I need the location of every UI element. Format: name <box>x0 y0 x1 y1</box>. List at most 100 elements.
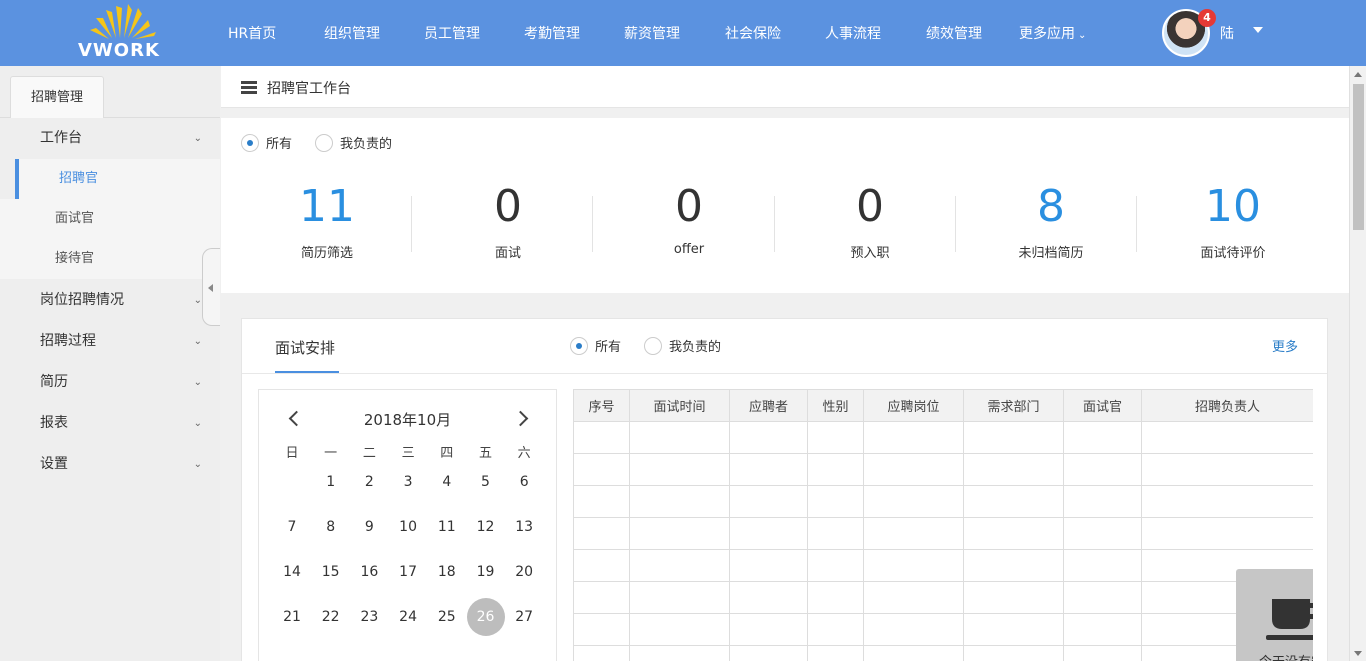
table-cell <box>573 485 630 518</box>
nav-org[interactable]: 组织管理 <box>324 23 380 43</box>
table-cell <box>1063 613 1142 646</box>
stat-offer[interactable]: 0 offer <box>629 180 749 257</box>
table-cell <box>863 453 964 486</box>
chevron-down-icon: ⌄ <box>193 418 202 429</box>
calendar-day[interactable]: 25 <box>428 598 466 636</box>
chevron-right-icon[interactable] <box>515 411 529 425</box>
calendar-day[interactable]: 13 <box>505 508 543 546</box>
calendar-day[interactable]: 14 <box>273 553 311 591</box>
calendar-weekday: 一 <box>324 446 338 461</box>
calendar-day-today[interactable]: 26 <box>466 598 505 636</box>
sidebar-collapse-handle[interactable] <box>202 248 220 326</box>
nav-hr-home[interactable]: HR首页 <box>228 23 276 43</box>
sidebar-group-settings[interactable]: 设置 ⌄ <box>0 444 220 485</box>
table-cell <box>729 517 808 550</box>
user-menu-caret-icon[interactable] <box>1253 27 1263 33</box>
sidebar-group-position-status[interactable]: 岗位招聘情况 ⌄ <box>0 280 220 321</box>
nav-performance[interactable]: 绩效管理 <box>926 23 982 43</box>
schedule-radio-mine[interactable]: 我负责的 <box>644 336 721 355</box>
stat-resume-screening[interactable]: 11 简历筛选 <box>267 180 387 261</box>
calendar-day[interactable]: 21 <box>273 598 311 636</box>
stat-pending-evaluation[interactable]: 10 面试待评价 <box>1173 180 1293 261</box>
calendar-day[interactable]: 7 <box>273 508 311 546</box>
sidebar-tab-recruitment[interactable]: 招聘管理 <box>10 76 104 118</box>
calendar-day[interactable]: 18 <box>428 553 466 591</box>
scroll-down-arrow-icon[interactable] <box>1354 651 1362 656</box>
nav-more-apps[interactable]: 更多应用 ⌄ <box>1019 23 1086 43</box>
user-name[interactable]: 陆 <box>1220 23 1234 43</box>
calendar-day[interactable]: 4 <box>428 463 466 501</box>
scroll-up-arrow-icon[interactable] <box>1354 72 1362 77</box>
calendar-day[interactable]: 5 <box>467 463 505 501</box>
nav-employee[interactable]: 员工管理 <box>424 23 480 43</box>
chevron-down-icon: ⌄ <box>193 295 202 306</box>
nav-social-insurance[interactable]: 社会保险 <box>725 23 781 43</box>
calendar-day[interactable]: 20 <box>505 553 543 591</box>
calendar-day[interactable]: 8 <box>312 508 350 546</box>
chevron-down-icon: ⌄ <box>193 459 202 470</box>
schedule-tab[interactable]: 面试安排 <box>275 337 335 358</box>
page-scrollbar[interactable] <box>1349 66 1366 661</box>
sidebar-group-reports[interactable]: 报表 ⌄ <box>0 403 220 444</box>
calendar-day[interactable]: 24 <box>389 598 427 636</box>
stat-unarchived-resumes[interactable]: 8 未归档简历 <box>991 180 1111 261</box>
calendar-day[interactable]: 10 <box>389 508 427 546</box>
filter-radio-mine[interactable]: 我负责的 <box>315 133 392 152</box>
coffee-cup-icon <box>1266 599 1313 640</box>
filter-radio-all[interactable]: 所有 <box>241 133 292 152</box>
table-cell <box>863 645 964 661</box>
table-cell <box>963 517 1064 550</box>
sidebar-group-label: 工作台 <box>40 130 82 146</box>
calendar-day[interactable]: 1 <box>312 463 350 501</box>
sidebar-item-interviewer[interactable]: 面试官 <box>0 199 220 239</box>
stat-value: 0 <box>856 181 884 232</box>
nav-more-label: 更多应用 <box>1019 26 1075 42</box>
sidebar-group-resume[interactable]: 简历 ⌄ <box>0 362 220 403</box>
stat-divider <box>774 196 775 252</box>
schedule-radio-all[interactable]: 所有 <box>570 336 621 355</box>
sidebar-group-label: 报表 <box>40 415 68 431</box>
calendar-day[interactable]: 3 <box>389 463 427 501</box>
sidebar-group-process[interactable]: 招聘过程 ⌄ <box>0 321 220 362</box>
table-cell <box>573 645 630 661</box>
calendar-day[interactable]: 12 <box>467 508 505 546</box>
schedule-header: 面试安排 所有 我负责的 更多 <box>242 319 1327 374</box>
more-link[interactable]: 更多 <box>1272 336 1298 355</box>
table-cell <box>807 453 864 486</box>
table-cell <box>573 549 630 582</box>
logo-text: VWORK <box>78 40 160 61</box>
col-index: 序号 <box>573 389 630 422</box>
table-cell <box>963 549 1064 582</box>
stat-pre-onboard[interactable]: 0 预入职 <box>810 180 930 261</box>
stat-interview[interactable]: 0 面试 <box>448 180 568 261</box>
table-cell <box>963 645 1064 661</box>
nav-salary[interactable]: 薪资管理 <box>624 23 680 43</box>
stat-value: 11 <box>299 181 355 232</box>
table-cell <box>807 517 864 550</box>
calendar-day[interactable]: 22 <box>312 598 350 636</box>
calendar-day[interactable]: 27 <box>505 598 543 636</box>
scroll-thumb[interactable] <box>1353 84 1364 230</box>
calendar-day[interactable]: 15 <box>312 553 350 591</box>
calendar-day[interactable]: 19 <box>467 553 505 591</box>
table-row <box>573 453 1313 486</box>
calendar-day[interactable]: 2 <box>350 463 388 501</box>
top-navbar: VWORK HR首页 组织管理 员工管理 考勤管理 薪资管理 社会保险 人事流程… <box>0 0 1366 66</box>
chevron-down-icon: ⌄ <box>193 377 202 388</box>
nav-attendance[interactable]: 考勤管理 <box>524 23 580 43</box>
sidebar-item-receptionist[interactable]: 接待官 <box>0 239 220 279</box>
calendar-day[interactable]: 17 <box>389 553 427 591</box>
notification-badge[interactable]: 4 <box>1198 9 1216 27</box>
calendar-day[interactable]: 16 <box>350 553 388 591</box>
table-cell <box>1141 517 1313 550</box>
vwork-logo[interactable]: VWORK <box>76 4 166 62</box>
radio-label: 我负责的 <box>340 137 393 152</box>
sidebar-group-workbench[interactable]: 工作台 ⌄ <box>0 118 220 159</box>
calendar-day[interactable]: 9 <box>350 508 388 546</box>
calendar-day[interactable]: 23 <box>350 598 388 636</box>
table-cell <box>807 549 864 582</box>
calendar-day[interactable]: 6 <box>505 463 543 501</box>
sidebar-item-recruiter[interactable]: 招聘官 <box>15 159 220 199</box>
calendar-day[interactable]: 11 <box>428 508 466 546</box>
nav-hr-process[interactable]: 人事流程 <box>825 23 881 43</box>
